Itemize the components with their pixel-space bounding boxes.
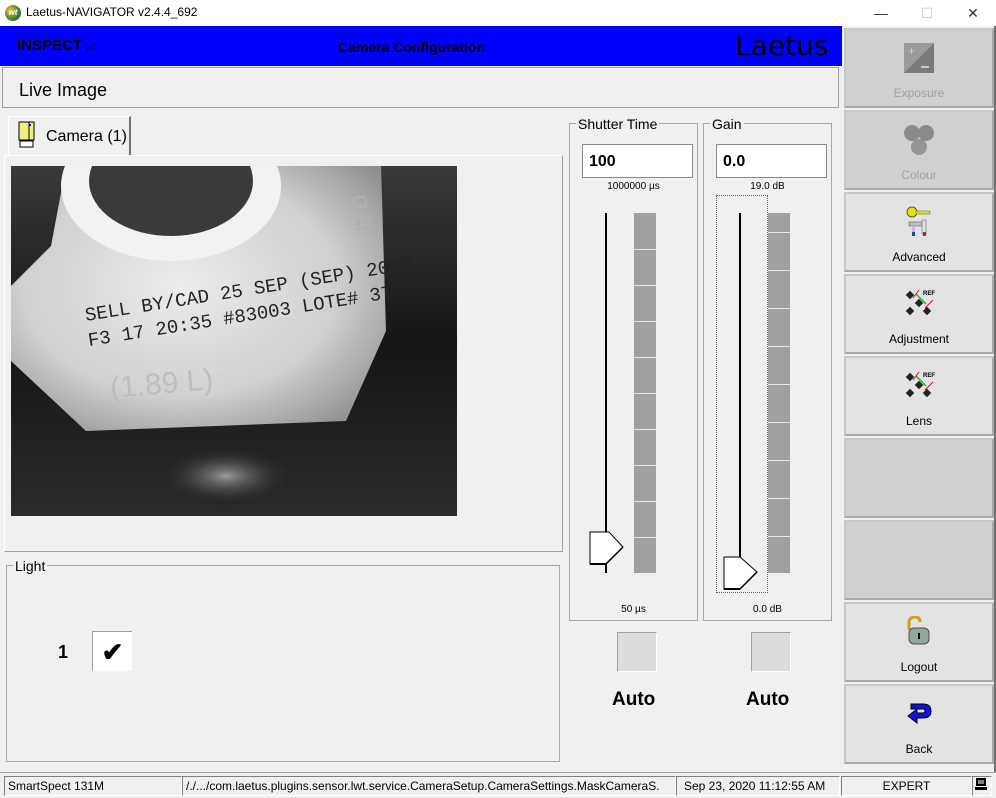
app-icon: wt — [5, 5, 21, 21]
ref-adjust-icon: REF — [905, 289, 935, 316]
shutter-min-label: 50 µs — [621, 604, 646, 615]
mode-label: INSPECT wt — [17, 37, 95, 54]
sidebar-item-label: Adjustment — [888, 332, 950, 346]
camera-image-svg: SELL BY/CAD 25 SEP (SEP) 2020 F3 17 20:3… — [11, 166, 457, 516]
sidebar: + Exposure Colour Advanced REF Adjustmen… — [842, 28, 994, 768]
brand-logo: Laetus — [735, 29, 829, 62]
sidebar-item-empty-2 — [844, 520, 994, 600]
camera-tab-label: Camera (1) — [46, 128, 127, 145]
window-title: Laetus-NAVIGATOR v2.4.4_692 — [26, 5, 198, 19]
shutter-level-bar — [634, 213, 656, 573]
gain-slider-track[interactable] — [739, 213, 741, 558]
page-header-title: Camera Configuration — [338, 39, 486, 55]
minimize-button[interactable]: — — [858, 0, 904, 26]
svg-text:gal: gal — [345, 192, 382, 234]
live-camera-image[interactable]: SELL BY/CAD 25 SEP (SEP) 2020 F3 17 20:3… — [11, 166, 457, 516]
gain-input[interactable]: 0.0 — [716, 144, 827, 178]
sidebar-item-adjustment[interactable]: REF Adjustment — [844, 274, 994, 354]
terminal-icon — [975, 778, 987, 790]
sidebar-item-label: Exposure — [893, 86, 945, 100]
shutter-max-label: 1000000 µs — [607, 181, 660, 192]
shutter-time-label: Shutter Time — [576, 116, 660, 132]
section-header: Live Image — [2, 67, 839, 108]
shutter-auto-label: Auto — [612, 689, 656, 710]
exposure-icon: + — [904, 43, 934, 73]
close-button[interactable]: ✕ — [950, 0, 996, 26]
padlock-icon — [907, 616, 930, 645]
svg-text:REF: REF — [923, 291, 935, 297]
gain-max-label: 19.0 dB — [750, 181, 785, 192]
shutter-auto-checkbox[interactable] — [617, 632, 657, 672]
shutter-slider-track[interactable] — [605, 213, 607, 573]
sidebar-item-logout[interactable]: Logout — [844, 602, 994, 682]
shutter-slider-thumb[interactable] — [589, 530, 627, 575]
mode-text: INSPECT — [17, 37, 83, 54]
sidebar-item-label: Logout — [900, 660, 938, 674]
sidebar-item-label: Advanced — [892, 250, 946, 264]
svg-text:REF: REF — [923, 373, 935, 379]
shutter-time-input[interactable]: 100 — [582, 144, 693, 178]
gain-auto-label: Auto — [746, 689, 790, 710]
sidebar-item-lens[interactable]: REF Lens — [844, 356, 994, 436]
status-path: /./.../com.laetus.plugins.sensor.lwt.ser… — [182, 776, 676, 796]
sidebar-item-back[interactable]: Back — [844, 684, 994, 764]
app-header: INSPECT wt Camera Configuration Laetus — [0, 26, 842, 66]
back-arrow-icon — [907, 703, 932, 725]
status-device: SmartSpect 131M — [4, 776, 182, 796]
maximize-button[interactable]: ☐ — [904, 0, 950, 26]
sidebar-item-exposure[interactable]: + Exposure — [844, 28, 994, 108]
light-channel-checkbox[interactable]: ✔ — [92, 631, 132, 671]
gain-auto-checkbox[interactable] — [751, 632, 791, 672]
status-datetime: Sep 23, 2020 11:12:55 AM — [676, 776, 840, 796]
sidebar-item-advanced[interactable]: Advanced — [844, 192, 994, 272]
svg-text:+: + — [908, 44, 915, 58]
status-bar: SmartSpect 131M /./.../com.laetus.plugin… — [0, 772, 996, 798]
gain-min-label: 0.0 dB — [753, 604, 782, 615]
gain-slider-focus — [716, 195, 768, 593]
sidebar-item-colour[interactable]: Colour — [844, 110, 994, 190]
mode-suffix: wt — [86, 42, 96, 52]
sidebar-item-empty-1 — [844, 438, 994, 518]
tab-camera-1[interactable]: Camera (1) — [8, 116, 131, 156]
window-titlebar: wt Laetus-NAVIGATOR v2.4.4_692 — ☐ ✕ — [0, 0, 996, 26]
gain-slider-thumb[interactable] — [723, 555, 761, 591]
camera-icon — [18, 121, 35, 150]
light-group: Light — [6, 558, 560, 762]
sidebar-item-label: Back — [905, 742, 933, 756]
gain-level-bar — [768, 213, 790, 573]
key-tools-icon — [906, 206, 931, 236]
light-channel-number: 1 — [58, 642, 69, 662]
status-user-level: EXPERT — [841, 776, 972, 796]
colour-icon — [904, 125, 934, 155]
ref-lens-icon: REF — [905, 371, 935, 398]
sidebar-item-label: Colour — [901, 168, 937, 182]
page-title: Live Image — [19, 80, 108, 100]
sidebar-item-label: Lens — [905, 414, 933, 428]
computer-icon[interactable] — [972, 776, 992, 796]
gain-label: Gain — [710, 116, 744, 132]
light-group-label: Light — [13, 558, 48, 574]
